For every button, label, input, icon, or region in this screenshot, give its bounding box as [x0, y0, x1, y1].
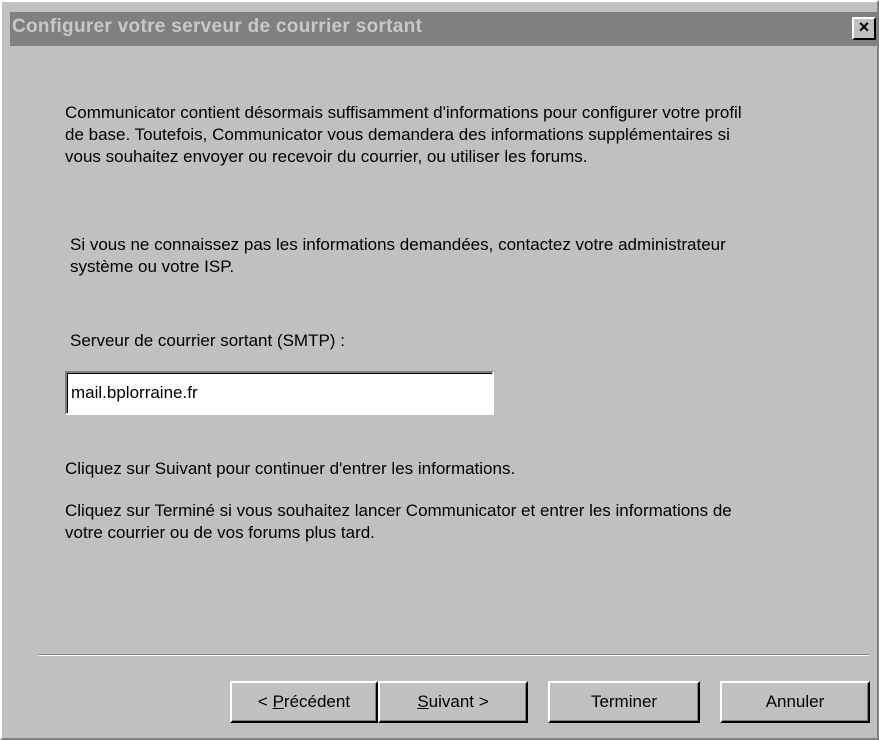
cancel-button[interactable]: Annuler [720, 681, 870, 723]
dialog-window: Configurer votre serveur de courrier sor… [0, 0, 879, 740]
next-info-text: Cliquez sur Suivant pour continuer d'ent… [65, 459, 516, 478]
close-button[interactable]: × [852, 17, 876, 40]
close-icon: × [858, 17, 870, 37]
next-button[interactable]: Suivant > [378, 681, 528, 723]
next-label: uivant > [428, 692, 489, 711]
title-bar[interactable]: Configurer votre serveur de courrier sor… [10, 12, 878, 46]
previous-mnemonic: P [272, 692, 284, 711]
button-separator [39, 654, 869, 656]
next-mnemonic: S [417, 692, 429, 711]
previous-button[interactable]: < Précédent [230, 681, 378, 723]
intro-text: Communicator contient désormais suffisam… [65, 103, 742, 166]
contact-text: Si vous ne connaissez pas les informatio… [70, 235, 726, 276]
smtp-label: Serveur de courrier sortant (SMTP) : [70, 331, 345, 350]
smtp-server-input[interactable] [65, 371, 494, 415]
finish-info-text: Cliquez sur Terminé si vous souhaitez la… [65, 501, 732, 542]
finish-button[interactable]: Terminer [548, 681, 700, 723]
window-title: Configurer votre serveur de courrier sor… [12, 16, 423, 37]
previous-prefix: < [257, 692, 273, 711]
previous-label: récédent [283, 692, 351, 711]
